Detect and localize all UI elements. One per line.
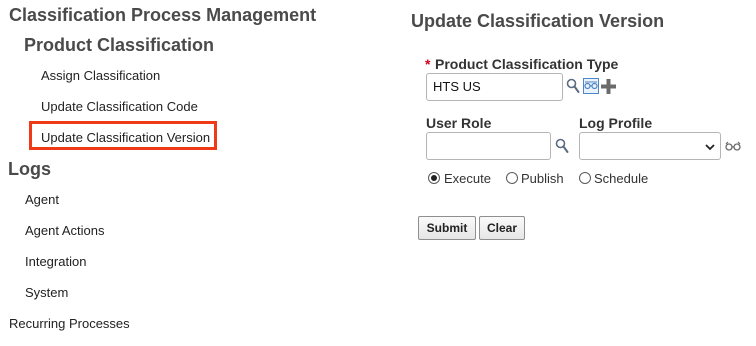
section-title: Classification Process Management	[9, 5, 317, 25]
logs-title: Logs	[8, 159, 51, 179]
subsection-title: Product Classification	[24, 35, 215, 55]
schedule-radio[interactable]	[579, 172, 591, 184]
submit-button[interactable]: Submit	[418, 216, 476, 240]
log-profile-select[interactable]	[579, 132, 721, 160]
log-profile-details-icon[interactable]	[725, 141, 741, 151]
add-icon[interactable]	[601, 79, 616, 94]
execute-label[interactable]: Execute	[444, 171, 491, 186]
nav-item-agent[interactable]: Agent	[25, 192, 59, 207]
required-marker: *	[425, 56, 431, 72]
publish-label[interactable]: Publish	[521, 171, 564, 186]
nav-item-update-classification-version[interactable]: Update Classification Version	[41, 130, 210, 145]
nav-item-assign-classification[interactable]: Assign Classification	[41, 68, 160, 83]
nav-item-recurring-processes[interactable]: Recurring Processes	[9, 316, 130, 331]
user-role-input[interactable]	[426, 132, 551, 160]
publish-radio[interactable]	[506, 172, 518, 184]
nav-item-agent-actions[interactable]: Agent Actions	[25, 223, 105, 238]
nav-item-system[interactable]: System	[25, 285, 68, 300]
search-icon[interactable]	[566, 78, 580, 94]
nav-item-integration[interactable]: Integration	[25, 254, 86, 269]
nav-item-update-classification-code[interactable]: Update Classification Code	[41, 99, 198, 114]
user-role-label: User Role	[426, 115, 492, 131]
user-role-search-icon[interactable]	[555, 138, 569, 154]
product-classification-type-label: Product Classification Type	[435, 56, 619, 72]
product-classification-type-input[interactable]: HTS US	[426, 73, 563, 101]
clear-button[interactable]: Clear	[479, 216, 525, 240]
form-title: Update Classification Version	[411, 11, 665, 31]
execute-radio[interactable]	[428, 172, 440, 184]
log-profile-label: Log Profile	[579, 115, 653, 131]
multi-select-icon[interactable]	[583, 78, 599, 94]
schedule-label[interactable]: Schedule	[594, 171, 648, 186]
chevron-down-icon	[705, 144, 715, 151]
